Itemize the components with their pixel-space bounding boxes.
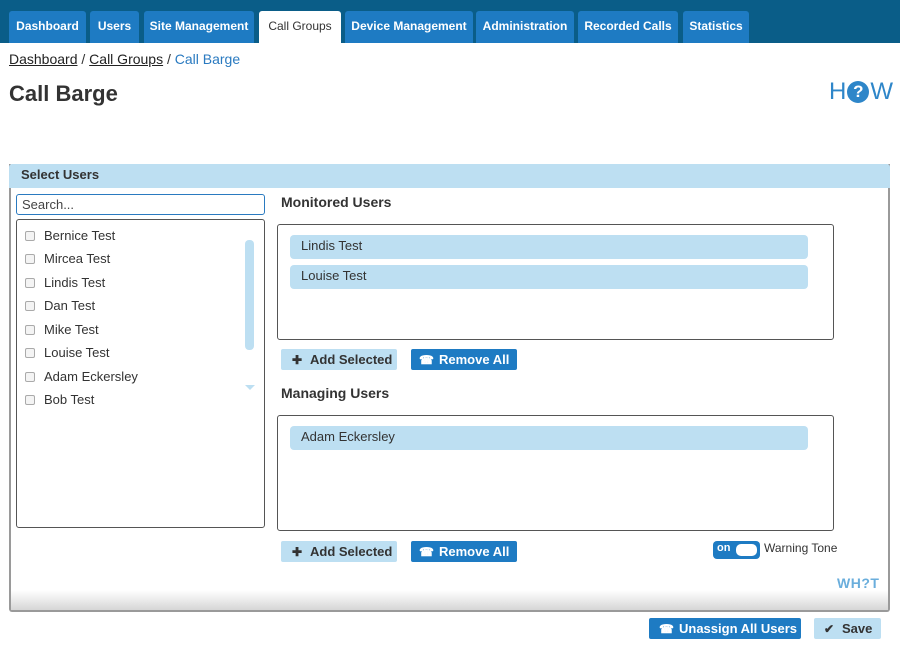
checkbox[interactable] bbox=[25, 395, 35, 405]
breadcrumb-dashboard[interactable]: Dashboard bbox=[9, 51, 78, 67]
user-list-item[interactable]: Mircea Test bbox=[25, 249, 110, 269]
user-list-item[interactable]: Bob Test bbox=[25, 390, 94, 410]
tab-device-management[interactable]: Device Management bbox=[345, 11, 473, 43]
tab-site-management[interactable]: Site Management bbox=[144, 11, 254, 43]
help-question-icon: ? bbox=[847, 81, 870, 103]
checkbox[interactable] bbox=[25, 301, 35, 311]
user-name: Dan Test bbox=[44, 298, 96, 313]
user-name: Bernice Test bbox=[44, 228, 116, 243]
button-label: Save bbox=[842, 621, 873, 636]
managing-add-selected-button[interactable]: ✚ Add Selected bbox=[281, 541, 397, 562]
tab-administration[interactable]: Administration bbox=[476, 11, 574, 43]
how-help-logo[interactable]: H? W bbox=[829, 78, 893, 106]
checkbox[interactable] bbox=[25, 254, 35, 264]
tab-statistics[interactable]: Statistics bbox=[683, 11, 749, 43]
user-list-item[interactable]: Adam Eckersley bbox=[25, 367, 138, 387]
phone-hangup-icon: ☎ bbox=[659, 622, 674, 636]
managing-users-box: Adam Eckersley bbox=[277, 415, 834, 531]
unassign-all-users-button[interactable]: ☎ Unassign All Users bbox=[649, 618, 801, 639]
button-label: Add Selected bbox=[310, 544, 393, 559]
monitored-users-box: Lindis Test Louise Test bbox=[277, 224, 834, 340]
save-button[interactable]: ✔ Save bbox=[814, 618, 881, 639]
scroll-down-icon[interactable] bbox=[245, 385, 255, 390]
breadcrumb-call-groups[interactable]: Call Groups bbox=[89, 51, 163, 67]
how-logo-w: W bbox=[870, 78, 893, 105]
panel-footer-shade bbox=[11, 590, 888, 610]
monitored-users-title: Monitored Users bbox=[281, 194, 392, 210]
monitored-user-item[interactable]: Louise Test bbox=[290, 265, 808, 289]
top-nav: Dashboard Users Site Management Call Gro… bbox=[0, 0, 900, 43]
user-name: Mike Test bbox=[44, 322, 99, 337]
scrollbar-thumb[interactable] bbox=[245, 240, 254, 350]
user-list-item[interactable]: Bernice Test bbox=[25, 226, 115, 246]
tab-users[interactable]: Users bbox=[90, 11, 139, 43]
user-list-item[interactable]: Mike Test bbox=[25, 320, 99, 340]
warning-tone-label: Warning Tone bbox=[764, 541, 838, 555]
page-title: Call Barge bbox=[9, 81, 118, 106]
monitored-user-item[interactable]: Lindis Test bbox=[290, 235, 808, 259]
tab-dashboard[interactable]: Dashboard bbox=[9, 11, 86, 43]
search-input[interactable] bbox=[16, 194, 265, 215]
plus-icon: ✚ bbox=[291, 545, 303, 559]
user-list-item[interactable]: Dan Test bbox=[25, 296, 95, 316]
user-list: Bernice Test Mircea Test Lindis Test Dan… bbox=[16, 219, 265, 528]
how-logo-h: H bbox=[829, 78, 847, 105]
button-label: Add Selected bbox=[310, 352, 393, 367]
user-name: Lindis Test bbox=[44, 275, 106, 290]
toggle-state: on bbox=[717, 542, 731, 554]
user-list-item[interactable]: Louise Test bbox=[25, 343, 110, 363]
user-name: Adam Eckersley bbox=[44, 369, 138, 384]
phone-hangup-icon: ☎ bbox=[419, 353, 434, 367]
button-label: Unassign All Users bbox=[679, 621, 798, 636]
checkmark-icon: ✔ bbox=[823, 622, 835, 636]
what-logo[interactable]: WH?T bbox=[837, 575, 879, 591]
panel-header: Select Users bbox=[9, 164, 890, 188]
checkbox[interactable] bbox=[25, 278, 35, 288]
toggle-knob bbox=[736, 544, 757, 556]
user-name: Mircea Test bbox=[44, 251, 111, 266]
monitored-remove-all-button[interactable]: ☎ Remove All bbox=[411, 349, 517, 370]
tab-recorded-calls[interactable]: Recorded Calls bbox=[578, 11, 678, 43]
button-label: Remove All bbox=[439, 544, 510, 559]
plus-icon: ✚ bbox=[291, 353, 303, 367]
user-name: Louise Test bbox=[44, 345, 110, 360]
checkbox[interactable] bbox=[25, 348, 35, 358]
user-list-item[interactable]: Lindis Test bbox=[25, 273, 105, 293]
phone-hangup-icon: ☎ bbox=[419, 545, 434, 559]
monitored-add-selected-button[interactable]: ✚ Add Selected bbox=[281, 349, 397, 370]
checkbox[interactable] bbox=[25, 372, 35, 382]
checkbox[interactable] bbox=[25, 231, 35, 241]
breadcrumb-separator: / bbox=[81, 51, 86, 67]
warning-tone-toggle[interactable]: on bbox=[713, 541, 760, 559]
tab-call-groups[interactable]: Call Groups bbox=[259, 11, 341, 43]
checkbox[interactable] bbox=[25, 325, 35, 335]
user-name: Bob Test bbox=[44, 392, 95, 407]
managing-remove-all-button[interactable]: ☎ Remove All bbox=[411, 541, 517, 562]
button-label: Remove All bbox=[439, 352, 510, 367]
breadcrumb: Dashboard / Call Groups / Call Barge bbox=[9, 51, 240, 67]
managing-users-title: Managing Users bbox=[281, 385, 390, 401]
managing-user-item[interactable]: Adam Eckersley bbox=[290, 426, 808, 450]
breadcrumb-current: Call Barge bbox=[174, 51, 241, 67]
breadcrumb-separator: / bbox=[166, 51, 171, 67]
